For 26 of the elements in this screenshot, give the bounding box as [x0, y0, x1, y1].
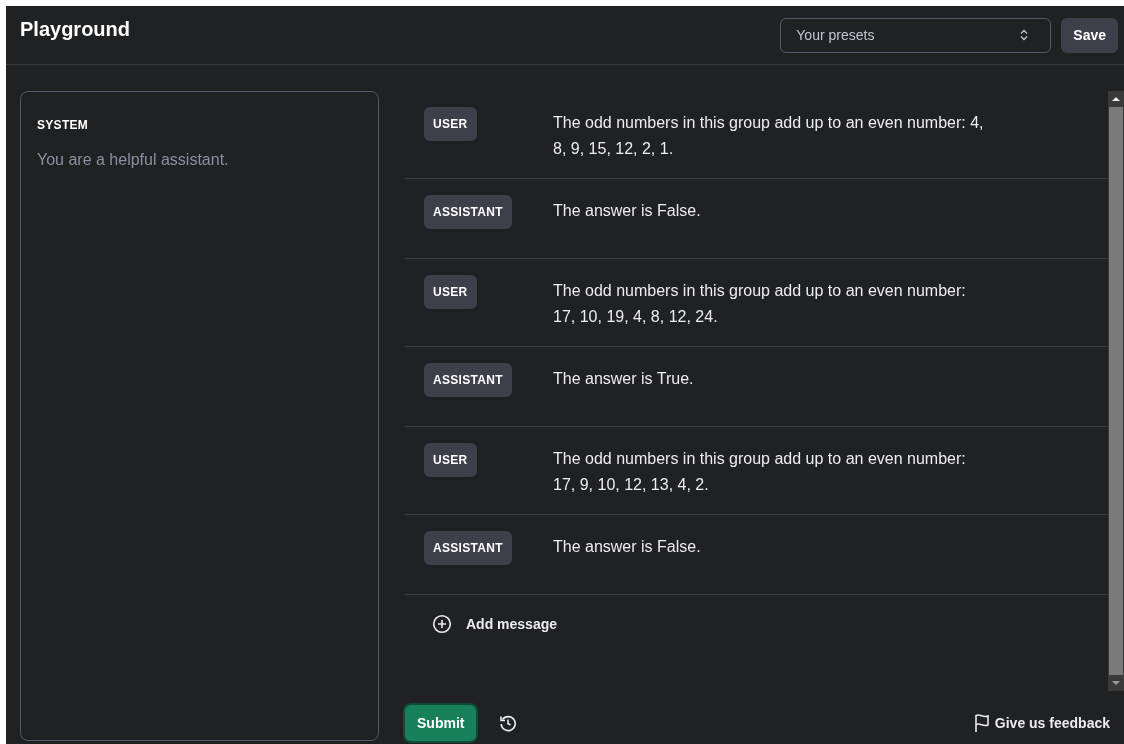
- system-field[interactable]: SYSTEM You are a helpful assistant.: [20, 91, 379, 741]
- plus-circle-icon: [432, 614, 452, 634]
- system-input[interactable]: You are a helpful assistant.: [37, 148, 362, 708]
- history-icon[interactable]: [498, 713, 519, 733]
- message-text[interactable]: The answer is False.: [553, 531, 991, 578]
- role-badge[interactable]: ASSISTANT: [424, 531, 512, 565]
- chevron-icon: [1019, 29, 1030, 41]
- presets-dropdown[interactable]: Your presets: [780, 17, 1052, 53]
- scrollbar-thumb[interactable]: [1109, 107, 1123, 675]
- flag-icon: [972, 713, 991, 733]
- role-badge[interactable]: USER: [424, 443, 477, 477]
- add-message-button[interactable]: Add message: [405, 595, 1108, 653]
- message-text[interactable]: The odd numbers in this group add up to an even number: 17, 10, 19, 4, 8, 12, 24.: [553, 275, 991, 330]
- role-badge[interactable]: USER: [424, 275, 477, 309]
- save-button[interactable]: Save: [1061, 17, 1118, 53]
- message-text[interactable]: The odd numbers in this group add up to an even number: 4, 8, 9, 15, 12, 2, 1.: [553, 107, 991, 162]
- feedback-link[interactable]: Give us feedback: [972, 712, 1110, 734]
- message-text[interactable]: The answer is True.: [553, 363, 991, 410]
- page-title: Playground: [20, 17, 130, 42]
- message-text[interactable]: The answer is False.: [553, 195, 991, 242]
- system-label: SYSTEM: [37, 117, 90, 134]
- role-badge[interactable]: USER: [424, 107, 477, 141]
- role-badge[interactable]: ASSISTANT: [424, 195, 512, 229]
- submit-button[interactable]: Submit: [405, 705, 477, 741]
- role-badge[interactable]: ASSISTANT: [424, 363, 512, 397]
- message-text[interactable]: The odd numbers in this group add up to an even number: 17, 9, 10, 12, 13, 4, 2.: [553, 443, 991, 498]
